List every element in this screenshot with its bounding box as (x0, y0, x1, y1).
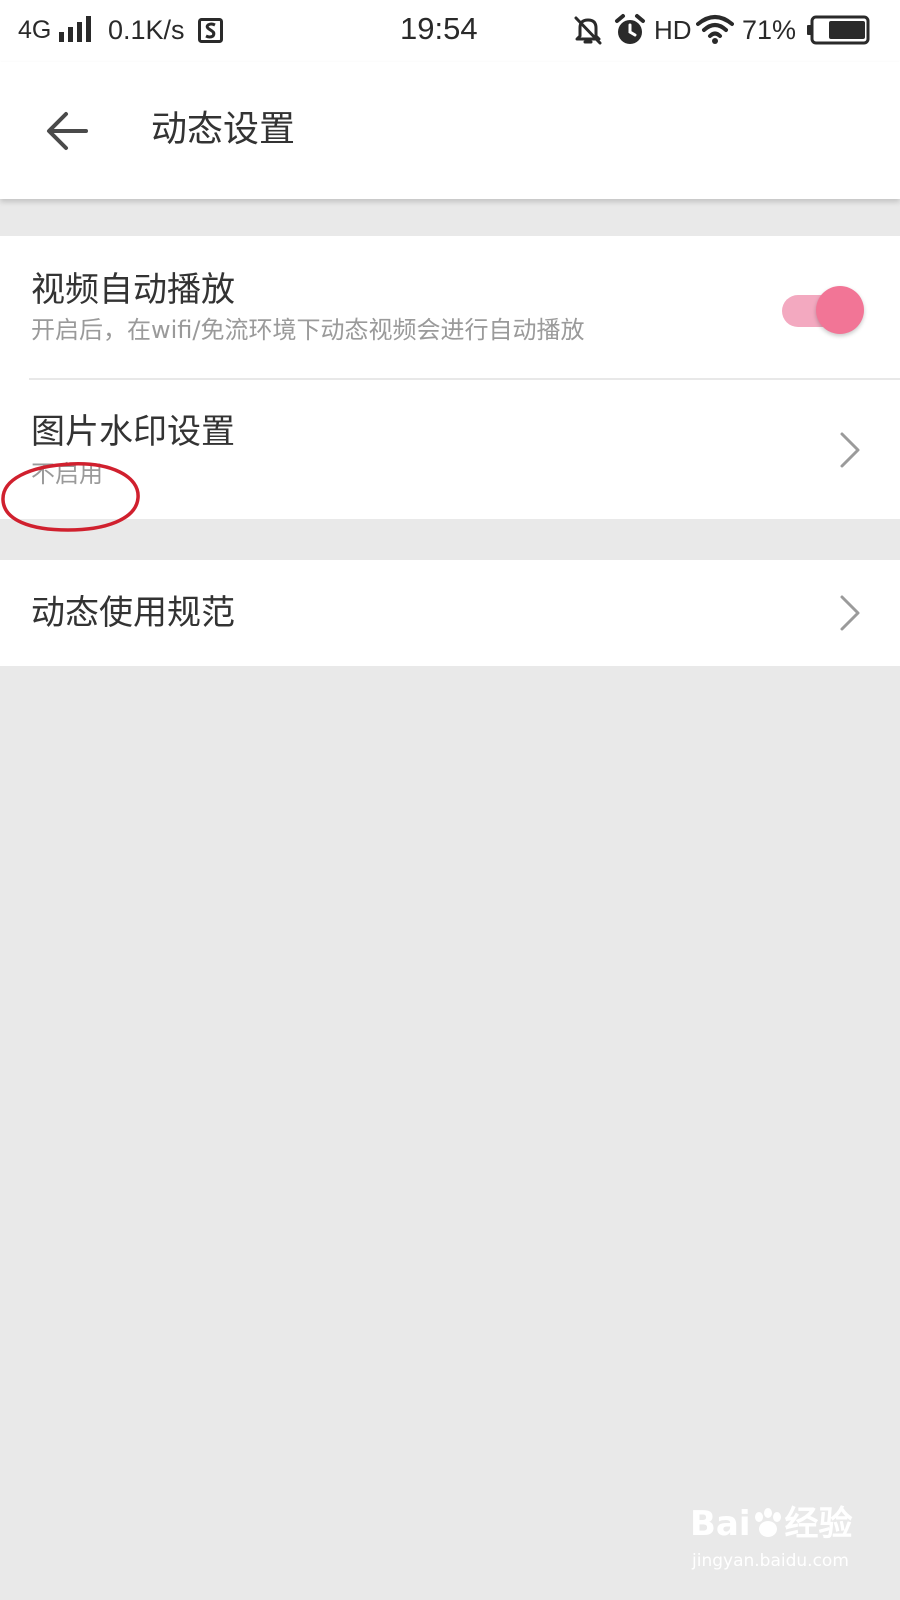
signal-icon (59, 16, 91, 42)
usage-rules-row[interactable]: 动态使用规范 (0, 560, 900, 666)
app-bar: 动态设置 (0, 62, 900, 199)
chevron-right-icon (840, 432, 860, 468)
watermark-brand: Bai 经验 (690, 1504, 853, 1544)
battery-icon (807, 15, 870, 45)
battery-percent: 71% (742, 15, 797, 45)
settings-card-rules: 动态使用规范 (0, 560, 900, 666)
paw-logo-icon (754, 1508, 781, 1537)
video-autoplay-row[interactable]: 视频自动播放 开启后，在wifi/免流环境下动态视频会进行自动播放 (0, 236, 900, 378)
wifi-icon (696, 15, 734, 44)
hd-indicator: HD (654, 15, 692, 45)
page-title: 动态设置 (151, 109, 296, 150)
toggle-thumb (816, 286, 864, 334)
image-watermark-row[interactable]: 图片水印设置 不启用 (0, 380, 900, 519)
chevron-right-icon (840, 595, 860, 631)
video-autoplay-toggle[interactable] (780, 286, 864, 336)
clock: 19:54 (400, 11, 478, 46)
watermark-url: jingyan.baidu.com (692, 1551, 849, 1571)
baidu-jingyan-watermark: Bai 经验 jingyan.baidu.com (690, 1504, 868, 1582)
back-arrow-icon (47, 112, 88, 150)
s-app-icon (198, 18, 223, 43)
settings-card-main: 视频自动播放 开启后，在wifi/免流环境下动态视频会进行自动播放 图片水印设置… (0, 236, 900, 519)
back-button[interactable] (38, 104, 98, 160)
bell-off-icon (574, 16, 602, 45)
video-autoplay-title: 视频自动播放 (31, 270, 235, 310)
status-bar: 4G 0.1K/s 19:54 HD 71% (0, 0, 900, 62)
network-type: 4G (18, 16, 52, 44)
network-speed: 0.1K/s (108, 15, 185, 45)
alarm-icon (615, 14, 645, 44)
image-watermark-title: 图片水印设置 (31, 412, 235, 452)
video-autoplay-subtitle: 开启后，在wifi/免流环境下动态视频会进行自动播放 (31, 316, 585, 344)
usage-rules-title: 动态使用规范 (31, 593, 235, 633)
image-watermark-value: 不启用 (31, 460, 103, 488)
